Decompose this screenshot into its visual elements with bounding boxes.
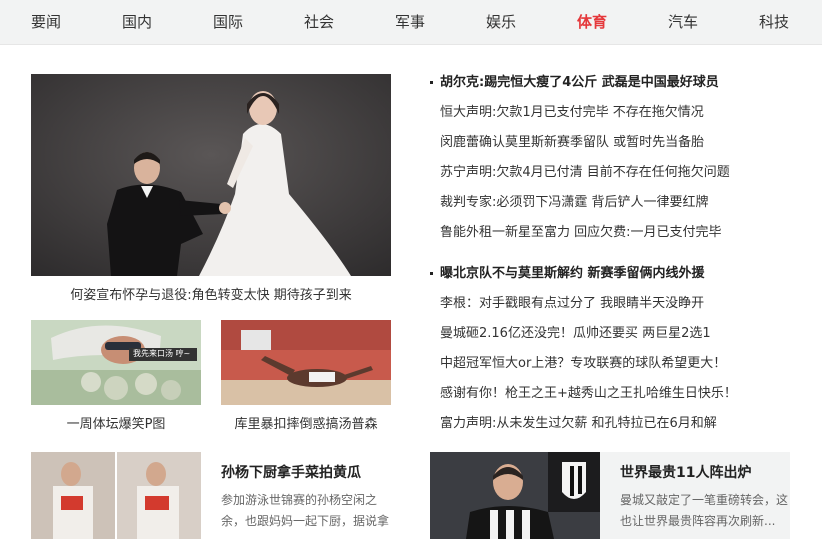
news-list-2: 曝北京队不与莫里斯解约 新赛季留俩内线外援 李根：对手戳眼有点过分了 我眼睛半天… (428, 259, 822, 439)
news-item[interactable]: 富力声明:从未发生过欠薪 和孔特拉已在6月和解 (428, 409, 822, 439)
main-photo[interactable] (31, 74, 391, 276)
card-left-photo[interactable] (31, 452, 201, 539)
nav-item-junshi[interactable]: 军事 (375, 0, 445, 44)
news-item[interactable]: 曼城砸2.16亿还没完！瓜帅还要买 两巨星2选1 (428, 319, 822, 349)
meme-overlay-text: 我先来口汤 哼~ (133, 349, 191, 358)
card-right-title[interactable]: 世界最贵11人阵出炉 (620, 462, 792, 482)
news-headline[interactable]: 曝北京队不与莫里斯解约 新赛季留俩内线外援 (428, 259, 822, 289)
news-item[interactable]: 闵鹿蕾确认莫里斯新赛季留队 或暂时先当备胎 (428, 128, 822, 158)
news-item[interactable]: 苏宁声明:欠款4月已付清 目前不存在任何拖欠问题 (428, 158, 822, 188)
nav-item-keji[interactable]: 科技 (739, 0, 809, 44)
small-photo-1[interactable]: 我先来口汤 哼~ (31, 320, 201, 405)
nav-item-shehui[interactable]: 社会 (284, 0, 354, 44)
nav-item-yaowen[interactable]: 要闻 (11, 0, 81, 44)
news-item[interactable]: 恒大声明:欠款1月已支付完毕 不存在拖欠情况 (428, 98, 822, 128)
sun-yang-cooking-image (31, 452, 201, 539)
swimmer-meme-image (31, 320, 201, 405)
nav-item-qiche[interactable]: 汽车 (648, 0, 718, 44)
basketball-fall-image (221, 320, 391, 405)
small-photo-2[interactable] (221, 320, 391, 405)
nav-item-tiyu[interactable]: 体育 (557, 0, 627, 44)
juventus-signing-image (430, 452, 600, 539)
news-list-1: 胡尔克:踢完恒大瘦了4公斤 武磊是中国最好球员 恒大声明:欠款1月已支付完毕 不… (428, 68, 822, 248)
main-photo-caption[interactable]: 何姿宣布怀孕与退役:角色转变太快 期待孩子到来 (31, 284, 391, 303)
card-right-desc: 曼城又敲定了一笔重磅转会，这也让世界最贵阵容再次刷新... (620, 493, 789, 528)
news-headline[interactable]: 胡尔克:踢完恒大瘦了4公斤 武磊是中国最好球员 (428, 68, 822, 98)
card-right-text: 世界最贵11人阵出炉 曼城又敲定了一笔重磅转会，这也让世界最贵阵容再次刷新... (620, 462, 792, 532)
news-item[interactable]: 裁判专家:必须罚下冯潇霆 背后铲人一律要红牌 (428, 188, 822, 218)
card-left-desc: 参加游泳世锦赛的孙杨空闲之余，也跟妈妈一起下厨，据说拿 (221, 493, 390, 528)
small-photo-1-caption[interactable]: 一周体坛爆笑P图 (31, 413, 201, 432)
nav-item-guonei[interactable]: 国内 (102, 0, 172, 44)
news-item[interactable]: 感谢有你！枪王之王+越秀山之王扎哈维生日快乐！ (428, 379, 822, 409)
news-item[interactable]: 鲁能外租一新星至富力 回应欠费:一月已支付完毕 (428, 218, 822, 248)
card-right-photo (430, 452, 600, 539)
card-right[interactable]: 世界最贵11人阵出炉 曼城又敲定了一笔重磅转会，这也让世界最贵阵容再次刷新... (430, 452, 790, 539)
small-photo-2-caption[interactable]: 库里暴扣摔倒惑搞汤普森 (221, 413, 391, 432)
nav-item-guoji[interactable]: 国际 (193, 0, 263, 44)
card-left-title[interactable]: 孙杨下厨拿手菜拍黄瓜 (221, 462, 393, 482)
channel-nav: 要闻 国内 国际 社会 军事 娱乐 体育 汽车 科技 (0, 0, 822, 45)
news-item[interactable]: 中超冠军恒大or上港？专攻联赛的球队希望更大！ (428, 349, 822, 379)
wedding-photo-image (31, 74, 391, 276)
news-item[interactable]: 李根：对手戳眼有点过分了 我眼睛半天没睁开 (428, 289, 822, 319)
card-left-text: 孙杨下厨拿手菜拍黄瓜 参加游泳世锦赛的孙杨空闲之余，也跟妈妈一起下厨，据说拿 (221, 462, 393, 532)
nav-item-yule[interactable]: 娱乐 (466, 0, 536, 44)
